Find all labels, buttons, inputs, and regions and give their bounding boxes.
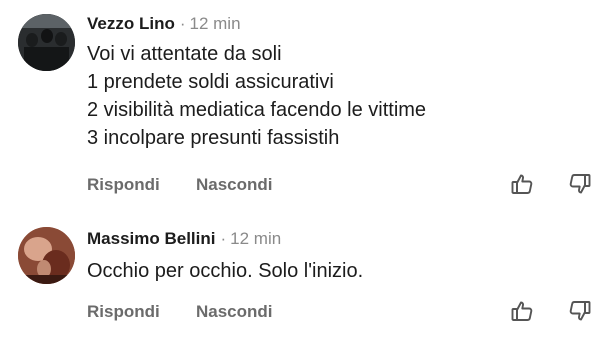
- separator: ·: [179, 14, 186, 33]
- comment-text: Voi vi attentate da soli 1 prendete sold…: [87, 40, 426, 152]
- timestamp: 12 min: [230, 229, 282, 248]
- hide-button[interactable]: Nascondi: [196, 175, 273, 195]
- thumbs-up-icon[interactable]: [510, 299, 534, 323]
- comment-item: Vezzo Lino · 12 min Voi vi attentate da so…: [0, 0, 600, 215]
- author-name[interactable]: Vezzo Lino: [87, 14, 175, 33]
- thumbs-down-icon[interactable]: [568, 172, 592, 196]
- thumbs-down-icon[interactable]: [568, 299, 592, 323]
- comment-actions: Rispondi Nascondi: [87, 299, 600, 325]
- separator: ·: [220, 229, 227, 248]
- avatar-photo: [18, 14, 75, 71]
- timestamp: 12 min: [189, 14, 241, 33]
- reply-button[interactable]: Rispondi: [87, 175, 160, 195]
- comment-text: Occhio per occhio. Solo l'inizio.: [87, 257, 363, 285]
- comment-line: 2 visibilità mediatica facendo le vittim…: [87, 99, 427, 121]
- comment-header: Vezzo Lino · 12 min: [87, 14, 241, 34]
- author-name[interactable]: Massimo Bellini: [87, 229, 215, 248]
- comment-line: 3 incolpare presunti fassistih: [87, 127, 340, 149]
- thumbs-up-icon[interactable]: [510, 172, 534, 196]
- comment-item: Massimo Bellini · 12 min Occhio per occhio…: [0, 215, 600, 337]
- comment-line: Voi vi attentate da soli: [87, 43, 282, 65]
- reply-button[interactable]: Rispondi: [87, 302, 160, 322]
- hide-button[interactable]: Nascondi: [196, 302, 273, 322]
- comment-line: 1 prendete soldi assicurativi: [87, 71, 334, 93]
- avatar-photo: [18, 227, 75, 284]
- comment-line: Occhio per occhio. Solo l'inizio.: [87, 260, 364, 282]
- comment-header: Massimo Bellini · 12 min: [87, 229, 281, 249]
- comment-actions: Rispondi Nascondi: [87, 172, 600, 198]
- avatar[interactable]: [18, 14, 75, 71]
- avatar[interactable]: [18, 227, 75, 284]
